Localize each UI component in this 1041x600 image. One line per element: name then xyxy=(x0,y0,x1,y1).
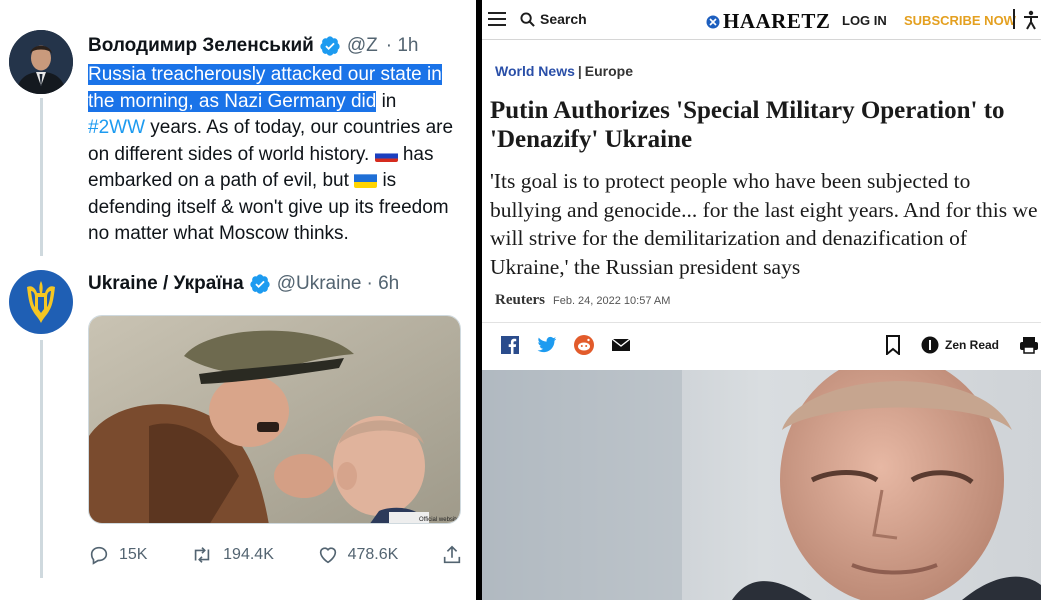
breadcrumb-subsection[interactable]: Europe xyxy=(585,63,633,79)
print-icon[interactable] xyxy=(1019,336,1039,354)
bookmark-icon[interactable] xyxy=(885,335,901,355)
article-tools: Zen Read xyxy=(885,335,1039,355)
highlighted-text: Russia treacherously attacked our state … xyxy=(88,64,442,85)
hashtag-link[interactable]: #2WW xyxy=(88,117,145,138)
email-icon[interactable] xyxy=(611,335,631,355)
thread-line xyxy=(40,340,43,578)
verified-badge-icon xyxy=(320,36,340,56)
verified-badge-icon xyxy=(250,274,270,294)
search-label: Search xyxy=(540,11,587,27)
tweet-image-cartoon[interactable]: Official website xyxy=(88,315,461,524)
logo-text: HAARETZ xyxy=(723,9,831,33)
like-button[interactable]: 478.6K xyxy=(317,544,399,566)
twitter-icon[interactable] xyxy=(537,335,557,355)
image-watermark: Official website xyxy=(419,517,460,523)
zen-read-button[interactable]: Zen Read xyxy=(921,336,999,354)
reply-count: 15K xyxy=(119,546,148,563)
search-icon xyxy=(520,11,535,27)
haaretz-pane: Search HAARETZ LOG IN SUBSCRIBE NOW Worl… xyxy=(482,0,1041,600)
breadcrumb-section[interactable]: World News xyxy=(495,63,575,79)
zen-read-label: Zen Read xyxy=(945,338,1000,352)
author-handle[interactable]: @Z xyxy=(347,35,378,57)
highlighted-text: the morning, as Nazi Germany did xyxy=(88,90,377,112)
avatar-ukraine[interactable] xyxy=(9,270,73,334)
article-subheadline: 'Its goal is to protect people who have … xyxy=(490,169,1038,279)
tweet-time[interactable]: · 6h xyxy=(366,273,399,295)
login-link[interactable]: LOG IN xyxy=(842,13,887,28)
breadcrumb: World News | Europe xyxy=(495,63,633,79)
subscribe-link[interactable]: SUBSCRIBE NOW xyxy=(904,13,1016,28)
tweet-actions: 15K 194.4K 478.6K xyxy=(88,538,463,572)
share-divider xyxy=(482,322,1041,323)
twitter-pane: Володимир Зеленський @Z · 1h Russia trea… xyxy=(0,0,476,600)
haaretz-logo-icon xyxy=(706,15,720,28)
article-photo[interactable] xyxy=(482,370,1041,600)
tweet-text: Russia treacherously attacked our state … xyxy=(88,62,463,248)
author-handle[interactable]: @Ukraine xyxy=(277,273,362,295)
tweet-time[interactable]: · 1h xyxy=(386,35,419,57)
thread-line xyxy=(40,98,43,256)
tweet-text-segment: in xyxy=(376,90,397,112)
retweet-count: 194.4K xyxy=(223,546,274,563)
reply-icon xyxy=(90,546,108,565)
haaretz-topbar: Search HAARETZ LOG IN SUBSCRIBE NOW xyxy=(482,0,1041,40)
breadcrumb-separator: | xyxy=(577,63,582,79)
reddit-icon[interactable] xyxy=(574,335,594,355)
heart-icon xyxy=(319,547,336,564)
topbar-separator xyxy=(1013,9,1015,29)
russia-flag-icon xyxy=(374,146,398,162)
haaretz-logo[interactable]: HAARETZ xyxy=(706,9,830,34)
share-button[interactable] xyxy=(441,544,463,566)
article-byline: Reuters Feb. 24, 2022 10:57 AM xyxy=(495,292,670,309)
retweet-button[interactable]: 194.4K xyxy=(190,544,274,566)
author-name[interactable]: Ukraine / Україна xyxy=(88,273,244,295)
reply-button[interactable]: 15K xyxy=(88,544,147,566)
retweet-icon xyxy=(194,547,210,563)
author-name[interactable]: Володимир Зеленський xyxy=(88,35,314,57)
share-bar xyxy=(500,335,631,355)
share-icon xyxy=(443,545,461,564)
ukraine-flag-icon xyxy=(354,172,378,188)
like-count: 478.6K xyxy=(347,546,399,563)
facebook-icon[interactable] xyxy=(500,335,520,355)
article-headline: Putin Authorizes 'Special Military Opera… xyxy=(490,97,1005,153)
accessibility-icon[interactable] xyxy=(1023,10,1039,30)
tweet-header: Володимир Зеленський @Z · 1h xyxy=(88,35,419,57)
hamburger-menu-icon[interactable] xyxy=(488,11,506,27)
tweet-header: Ukraine / Україна @Ukraine · 6h xyxy=(88,273,399,295)
byline-source[interactable]: Reuters xyxy=(495,292,545,309)
avatar-zelensky[interactable] xyxy=(9,30,73,94)
search-button[interactable]: Search xyxy=(520,11,587,27)
byline-date: Feb. 24, 2022 10:57 AM xyxy=(552,295,671,307)
zen-read-icon xyxy=(921,336,939,354)
trident-icon xyxy=(27,281,55,323)
